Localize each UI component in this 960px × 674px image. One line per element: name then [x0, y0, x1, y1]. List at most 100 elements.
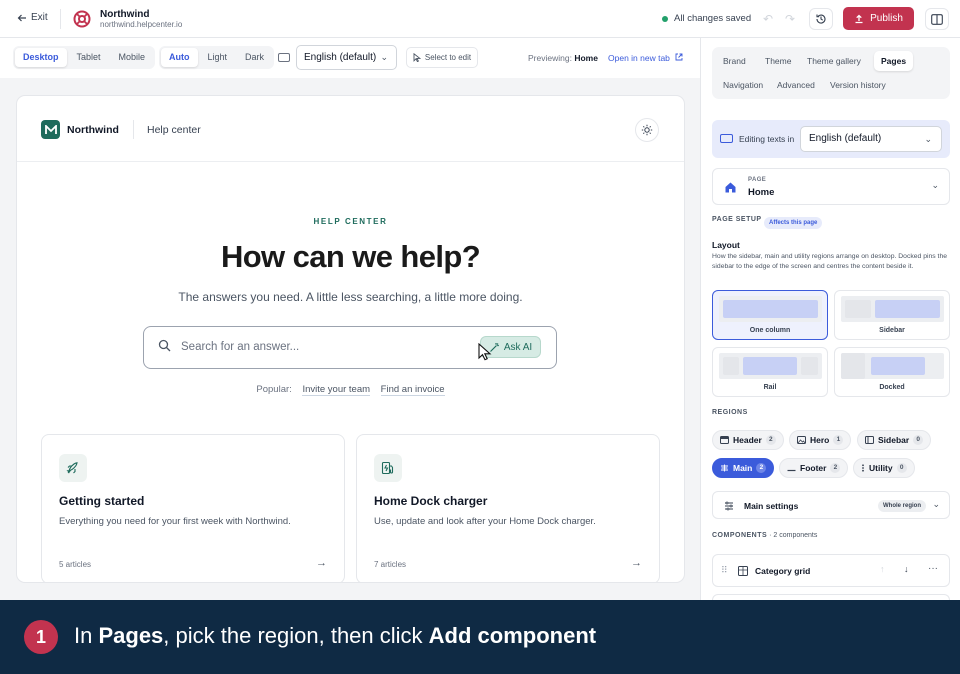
editing-texts-label: Editing texts in	[739, 134, 795, 144]
move-down-icon[interactable]: ↓	[904, 564, 909, 574]
layout-option-sidebar[interactable]: Sidebar	[834, 290, 950, 340]
select-to-edit-button[interactable]: Select to edit	[406, 47, 478, 68]
category-card[interactable]: Getting started Everything you need for …	[41, 434, 345, 582]
device-mobile[interactable]: Mobile	[111, 48, 154, 67]
theme-dark[interactable]: Dark	[237, 48, 272, 67]
previewing-indicator: Previewing: Home	[528, 53, 598, 63]
tab-brand[interactable]: Brand	[716, 51, 753, 71]
hero-title: How can we help?	[220, 239, 481, 274]
tab-version-history[interactable]: Version history	[823, 75, 893, 95]
page-selector[interactable]: PAGE Home ⌄	[712, 168, 950, 205]
card-description: Everything you need for your first week …	[59, 516, 291, 527]
layout-option-rail[interactable]: Rail	[712, 347, 828, 397]
instruction-banner: 1 In Pages, pick the region, then click …	[0, 600, 960, 674]
theme-auto[interactable]: Auto	[161, 48, 198, 67]
tab-advanced[interactable]: Advanced	[770, 75, 822, 95]
mouse-cursor-icon	[478, 343, 492, 361]
whole-region-badge: Whole region	[878, 500, 926, 512]
site-name: Northwind	[100, 9, 150, 20]
region-name: Header	[733, 435, 762, 445]
theme-toggle-button[interactable]	[635, 118, 659, 142]
layout-option-one-column[interactable]: One column	[712, 290, 828, 340]
sidebar-layout-icon	[931, 13, 943, 25]
previewing-page: Home	[574, 53, 598, 63]
site-preview[interactable]: Northwind Help center HELP CENTER How ca…	[17, 96, 684, 582]
region-chip-main[interactable]: Main 2	[712, 458, 775, 478]
site-header-name: Northwind	[67, 124, 119, 136]
undo-icon[interactable]: ↶	[760, 11, 776, 27]
exit-button[interactable]: Exit	[17, 12, 48, 23]
tab-theme-gallery[interactable]: Theme gallery	[800, 51, 868, 71]
language-select[interactable]: English (default) ⌄	[296, 45, 397, 70]
layout-option-docked[interactable]: Docked	[834, 347, 950, 397]
history-button[interactable]	[809, 8, 833, 30]
popular-label: Popular:	[256, 384, 292, 395]
northwind-logo-icon	[41, 120, 60, 139]
more-options-icon[interactable]: ···	[928, 563, 938, 574]
category-card[interactable]: Home Dock charger Use, update and look a…	[356, 434, 660, 582]
popular-links: Popular: Invite your team Find an invoic…	[17, 384, 684, 396]
redo-icon[interactable]: ↷	[782, 11, 798, 27]
editing-language-select[interactable]: English (default) ⌄	[800, 126, 942, 152]
component-row[interactable]: ⠿ Category grid ↑ ↓ ···	[712, 554, 950, 587]
card-title: Home Dock charger	[374, 494, 488, 508]
tab-pages[interactable]: Pages	[874, 51, 914, 71]
device-tablet[interactable]: Tablet	[69, 48, 109, 67]
page-name: Home	[748, 187, 775, 198]
region-name: Footer	[800, 463, 827, 473]
ev-charger-icon	[374, 454, 402, 482]
exit-label: Exit	[31, 12, 48, 23]
hero-eyebrow: HELP CENTER	[313, 217, 388, 226]
drag-handle-icon[interactable]: ⠿	[721, 565, 728, 576]
theme-light[interactable]: Light	[200, 48, 236, 67]
region-chip-header[interactable]: Header 2	[712, 430, 784, 450]
device-desktop[interactable]: Desktop	[15, 48, 67, 67]
panel-toggle-button[interactable]	[925, 8, 949, 30]
layout-option-label: Docked	[879, 384, 905, 391]
page-label: PAGE	[748, 177, 767, 183]
region-count: 0	[896, 463, 907, 473]
regions-label: REGIONS	[712, 409, 748, 416]
region-chip-utility[interactable]: Utility 0	[853, 458, 915, 478]
components-count: · 2 components	[769, 532, 818, 539]
status-dot-icon	[662, 15, 668, 22]
region-count: 1	[833, 435, 844, 445]
card-article-count: 5 articles	[59, 560, 92, 569]
region-chip-footer[interactable]: Footer 2	[779, 458, 849, 478]
component-name: Category grid	[755, 566, 811, 576]
arrow-right-icon: →	[316, 557, 327, 569]
card-description: Use, update and look after your Home Doc…	[374, 516, 596, 527]
utility-region-icon	[862, 464, 864, 472]
tab-theme[interactable]: Theme	[758, 51, 798, 71]
tab-navigation[interactable]: Navigation	[716, 75, 770, 95]
upload-icon	[855, 14, 863, 23]
main-settings-row[interactable]: Main settings Whole region ⌄	[712, 491, 950, 519]
help-center-link[interactable]: Help center	[147, 124, 201, 136]
layout-option-label: One column	[749, 327, 791, 334]
site-url: northwind.helpcenter.io	[100, 20, 183, 29]
layout-preview	[719, 353, 822, 379]
region-count: 2	[765, 435, 776, 445]
card-article-count: 7 articles	[374, 560, 407, 569]
hero-search-input[interactable]: Search for an answer... Ask AI	[143, 326, 557, 369]
language-icon	[720, 134, 733, 143]
move-up-icon[interactable]: ↑	[880, 564, 885, 574]
save-status-label: All changes saved	[674, 13, 752, 24]
popular-link[interactable]: Invite your team	[302, 384, 371, 396]
region-chip-sidebar[interactable]: Sidebar 0	[857, 430, 932, 450]
ask-ai-label: Ask AI	[503, 341, 533, 353]
publish-button[interactable]: Publish	[843, 7, 914, 30]
language-icon	[278, 53, 290, 62]
region-chip-hero[interactable]: Hero 1	[789, 430, 852, 450]
components-label: COMPONENTS	[712, 532, 768, 539]
site-header: Northwind Help center	[17, 96, 684, 162]
divider	[133, 120, 134, 139]
layout-preview	[841, 296, 944, 322]
pointer-icon	[413, 53, 421, 62]
device-switcher: Desktop Tablet Mobile	[13, 46, 156, 69]
page-setup-label: PAGE SETUP	[712, 216, 762, 223]
card-title: Getting started	[59, 494, 145, 508]
preview-toolbar: Desktop Tablet Mobile Auto Light Dark En…	[0, 38, 700, 78]
popular-link[interactable]: Find an invoice	[380, 384, 445, 396]
open-new-tab-link[interactable]: Open in new tab	[608, 53, 683, 63]
